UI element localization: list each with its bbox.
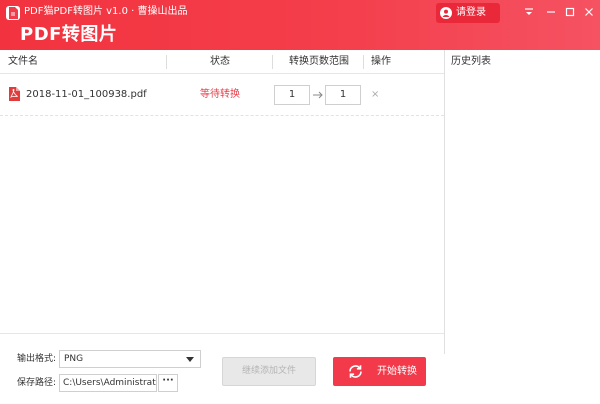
save-path-field[interactable]: C:\Users\Administrator	[59, 374, 157, 392]
app-title: PDF转图片	[20, 24, 118, 45]
column-divider[interactable]	[363, 55, 364, 69]
close-icon[interactable]	[579, 4, 599, 20]
app-icon	[6, 6, 20, 20]
from-page-input[interactable]: 1	[274, 85, 310, 105]
window-title: PDF猫PDF转图片 v1.0 · 曹操山出品	[24, 6, 188, 17]
add-files-button[interactable]: 继续添加文件	[222, 357, 316, 386]
user-icon	[440, 7, 452, 19]
header-filename: 文件名	[8, 56, 38, 67]
chevron-down-icon	[186, 357, 194, 362]
pdf-file-icon	[9, 87, 20, 101]
history-title: 历史列表	[451, 56, 491, 67]
format-select[interactable]: PNG	[59, 350, 201, 368]
to-page-input[interactable]: 1	[325, 85, 361, 105]
file-list-panel: 文件名 状态 转换页数范围 操作 2018-11-01_100938.pdf 等…	[0, 50, 444, 392]
refresh-icon	[349, 365, 362, 378]
start-label: 开始转换	[377, 366, 417, 377]
browse-button[interactable]: ···	[158, 374, 178, 392]
start-convert-button[interactable]: 开始转换	[333, 357, 426, 386]
format-label: 输出格式:	[17, 354, 57, 364]
title-bar: PDF猫PDF转图片 v1.0 · 曹操山出品 PDF转图片 请登录	[0, 0, 600, 50]
header-range: 转换页数范围	[289, 56, 349, 67]
settings-bar: 输出格式: PNG 保存路径: C:\Users\Administrator ·…	[0, 333, 444, 404]
delete-row-button[interactable]: ×	[371, 88, 379, 102]
header-status: 状态	[210, 56, 230, 67]
format-value: PNG	[64, 354, 84, 364]
menu-down-icon[interactable]	[519, 4, 539, 20]
login-label: 请登录	[456, 7, 486, 18]
table-header: 文件名 状态 转换页数范围 操作	[0, 50, 444, 74]
maximize-icon[interactable]	[560, 4, 580, 20]
login-button[interactable]: 请登录	[436, 3, 500, 23]
history-panel: 历史列表	[444, 50, 600, 354]
column-divider[interactable]	[272, 55, 273, 69]
file-name: 2018-11-01_100938.pdf	[26, 89, 147, 100]
file-status: 等待转换	[200, 89, 240, 100]
column-divider[interactable]	[166, 55, 167, 69]
header-action: 操作	[371, 56, 391, 67]
path-label: 保存路径:	[17, 378, 57, 388]
minimize-icon[interactable]	[541, 4, 561, 20]
arrow-right-icon	[311, 85, 325, 105]
table-row[interactable]: 2018-11-01_100938.pdf 等待转换 1 1 ×	[0, 76, 444, 116]
